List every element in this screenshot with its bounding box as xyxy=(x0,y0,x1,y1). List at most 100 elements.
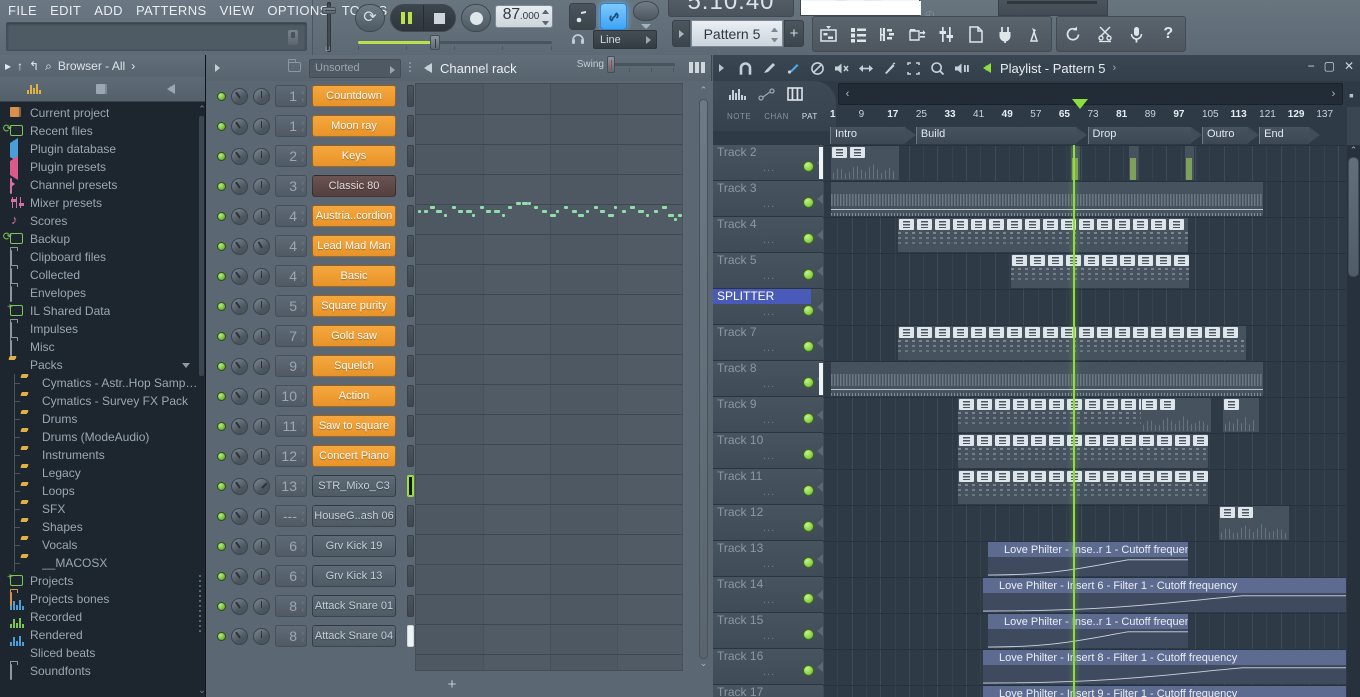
channel-button[interactable]: Concert Piano xyxy=(312,445,396,467)
channel-volume-knob[interactable] xyxy=(253,87,270,105)
channel-button[interactable]: Attack Snare 01 xyxy=(312,595,396,617)
channel-pan-knob[interactable] xyxy=(231,297,248,315)
track-enable-led[interactable] xyxy=(803,665,814,676)
menu-options[interactable]: OPTIONS xyxy=(265,3,330,18)
playlist-track-header[interactable]: Track 9... xyxy=(713,397,823,433)
track-options-dots[interactable]: ... xyxy=(763,162,775,174)
channel-button[interactable]: Attack Snare 04 xyxy=(312,625,396,647)
channel-pan-knob[interactable] xyxy=(231,597,248,615)
mixer-icon[interactable] xyxy=(933,18,961,50)
effects-icon[interactable] xyxy=(1022,18,1050,50)
menu-patterns[interactable]: PATTERNS xyxy=(134,3,209,18)
channel-volume-knob[interactable] xyxy=(253,117,270,135)
seq-note[interactable] xyxy=(528,202,531,205)
playlist-track-header[interactable]: Track 10... xyxy=(713,433,823,469)
channel-enable-led[interactable] xyxy=(217,331,226,341)
channel-pan-knob[interactable] xyxy=(231,627,248,645)
channel-mixer-number[interactable]: 2 › ‹ xyxy=(275,145,307,167)
mode-chan[interactable]: CHAN xyxy=(764,112,789,121)
track-options-dots[interactable]: ... xyxy=(763,342,775,354)
channel-number-spinner[interactable]: › ‹ xyxy=(302,450,304,464)
channel-pan-knob[interactable] xyxy=(231,567,248,585)
mute-tool-icon[interactable] xyxy=(833,59,850,77)
playlist-track-header[interactable]: SPLITTER... xyxy=(713,289,823,325)
browser-item-plugin-database[interactable]: Plugin database xyxy=(0,138,198,162)
automation-clip[interactable]: ⟋Love Philter - Insert 8 - Filter 1 - Cu… xyxy=(983,650,1346,684)
stop-button[interactable] xyxy=(424,5,456,31)
pattern-clip[interactable] xyxy=(831,362,1263,396)
channel-pan-knob[interactable] xyxy=(231,117,248,135)
browser-tab-samples[interactable] xyxy=(0,77,68,101)
paint-brush-icon[interactable] xyxy=(785,59,802,77)
channel-pan-knob[interactable] xyxy=(231,237,248,255)
channel-number-spinner[interactable]: › ‹ xyxy=(302,390,304,404)
automation-clip[interactable]: ⟋Love Philter - Inse..r 1 - Cutoff frequ… xyxy=(988,614,1188,648)
track-options-dots[interactable]: ... xyxy=(763,666,775,678)
playlist-icon[interactable] xyxy=(845,18,873,50)
channel-mixer-number[interactable]: 6 › ‹ xyxy=(275,535,307,557)
piano-roll-icon[interactable] xyxy=(874,18,902,50)
pattern-clip[interactable] xyxy=(1141,398,1211,432)
channel-group-select[interactable]: Unsorted xyxy=(309,58,401,78)
channel-enable-led[interactable] xyxy=(217,91,226,101)
help-icon[interactable]: ? xyxy=(1154,18,1184,50)
channel-pan-knob[interactable] xyxy=(231,387,248,405)
pattern-clip[interactable] xyxy=(831,182,1263,216)
playlist-time-ruler[interactable]: 1 9 17 25 33 41 49 57 65 73 81 89 97 105 113 121 129 137 xyxy=(830,99,1345,129)
snap-knob[interactable] xyxy=(633,1,659,21)
channel-mixer-number[interactable]: 13 › ‹ xyxy=(275,475,307,497)
channel-volume-knob[interactable] xyxy=(253,297,270,315)
browser-item-instruments[interactable]: Instruments xyxy=(0,446,198,464)
browser-item-soundfonts[interactable]: Soundfonts xyxy=(0,662,198,680)
browser-item-cymatics-astr-hop-sample-pack[interactable]: Cymatics - Astr..Hop Sample Pack xyxy=(0,374,198,392)
playlist-marker[interactable]: Build xyxy=(915,127,1088,144)
track-options-dots[interactable]: ... xyxy=(763,306,775,318)
playlist-track-header[interactable]: Track 2... xyxy=(713,145,823,181)
playlist-marker[interactable]: Drop xyxy=(1087,127,1203,144)
seq-note[interactable] xyxy=(674,218,677,221)
menu-add[interactable]: ADD xyxy=(92,3,125,18)
playlist-scroll-menu-icon[interactable]: ▪ xyxy=(1344,84,1359,106)
channel-pan-knob[interactable] xyxy=(231,207,248,225)
pattern-menu-button[interactable] xyxy=(672,20,690,47)
playlist-track-header[interactable]: Track 12... xyxy=(713,505,823,541)
channel-enable-led[interactable] xyxy=(217,451,226,461)
seq-note[interactable] xyxy=(486,210,491,213)
channel-mixer-number[interactable]: 5 › ‹ xyxy=(275,295,307,317)
mode-pat[interactable]: PAT xyxy=(802,112,818,121)
channel-enable-led[interactable] xyxy=(217,361,226,371)
channel-button[interactable]: HouseG..ash 06 xyxy=(312,505,396,527)
channel-pan-knob[interactable] xyxy=(231,87,248,105)
playhead-marker[interactable] xyxy=(1072,99,1089,109)
track-enable-led[interactable] xyxy=(803,305,814,316)
channel-enable-led[interactable] xyxy=(217,121,226,131)
channel-button[interactable]: Classic 80 xyxy=(312,175,396,197)
channel-pan-knob[interactable] xyxy=(231,447,248,465)
track-enable-led[interactable] xyxy=(803,593,814,604)
track-options-dots[interactable]: ... xyxy=(763,234,775,246)
pattern-spinner[interactable] xyxy=(771,28,778,42)
channel-enable-led[interactable] xyxy=(217,391,226,401)
channel-scroll-up-icon[interactable]: ⌃ xyxy=(699,85,708,96)
channel-mixer-number[interactable]: 3 › ‹ xyxy=(275,175,307,197)
channel-volume-knob[interactable] xyxy=(253,507,270,525)
channel-number-spinner[interactable]: › ‹ xyxy=(302,630,304,644)
browser-item-clipboard-files[interactable]: Clipboard files xyxy=(0,248,198,266)
seq-note[interactable] xyxy=(668,214,674,217)
browser-item-backup[interactable]: Backup xyxy=(0,230,198,248)
swing-thumb[interactable] xyxy=(607,56,615,73)
channel-mixer-number[interactable]: 9 › ‹ xyxy=(275,355,307,377)
browser-item-rendered[interactable]: Rendered xyxy=(0,618,198,644)
channel-button[interactable]: Keys xyxy=(312,145,396,167)
pattern-clip[interactable] xyxy=(1185,146,1194,180)
channel-pan-knob[interactable] xyxy=(231,507,248,525)
playlist-track-header[interactable]: Track 16... xyxy=(713,649,823,685)
playlist-vscrollbar[interactable]: ⌃ xyxy=(1347,145,1360,697)
channel-scroll-thumb[interactable] xyxy=(699,99,708,659)
browser-tree[interactable]: Current project Recent files Plugin databa… xyxy=(0,102,198,697)
playlist-track-header[interactable]: Track 14... xyxy=(713,577,823,613)
browser-item-misc[interactable]: Misc xyxy=(0,338,198,356)
track-enable-led[interactable] xyxy=(803,197,814,208)
channel-button[interactable]: Action xyxy=(312,385,396,407)
menu-edit[interactable]: EDIT xyxy=(48,3,83,18)
